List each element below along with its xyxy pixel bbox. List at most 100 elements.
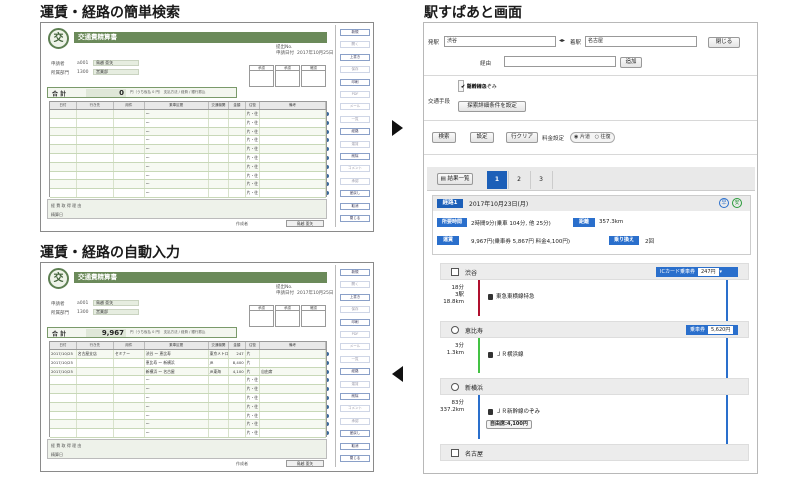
table-cell[interactable]	[50, 189, 77, 197]
table-cell[interactable]	[209, 393, 230, 402]
table-cell[interactable]	[260, 429, 326, 437]
table-cell[interactable]: 片・往	[246, 127, 261, 136]
table-cell[interactable]	[50, 411, 77, 420]
table-cell[interactable]	[77, 110, 114, 118]
table-cell[interactable]	[50, 385, 77, 393]
side-button[interactable]: 経路	[340, 128, 370, 136]
side-button[interactable]: コメント	[340, 405, 370, 413]
table-cell[interactable]	[114, 171, 145, 180]
tab-route-3[interactable]: 3	[531, 171, 551, 189]
table-cell[interactable]: 〜	[145, 189, 209, 197]
table-cell[interactable]	[229, 136, 246, 145]
side-button[interactable]: 開く	[340, 281, 370, 289]
table-cell[interactable]	[260, 145, 326, 153]
table-cell[interactable]	[209, 118, 230, 127]
station-row[interactable]: 新横浜	[440, 378, 749, 395]
table-cell[interactable]: 〜	[145, 420, 209, 429]
table-row[interactable]: 〜 片・往	[50, 385, 326, 394]
table-cell[interactable]	[229, 376, 246, 385]
swap-arrows-icon[interactable]: ◂▸	[559, 37, 565, 44]
table-cell[interactable]	[50, 429, 77, 437]
table-cell[interactable]: 恵比寿 〜 新横浜	[145, 358, 209, 367]
table-cell[interactable]	[229, 429, 246, 437]
table-cell[interactable]	[209, 189, 230, 197]
table-row[interactable]: 〜 片・往	[50, 145, 326, 154]
table-cell[interactable]	[50, 162, 77, 171]
table-cell[interactable]	[209, 162, 230, 171]
table-cell[interactable]	[50, 153, 77, 162]
table-cell[interactable]: 東京メトロ	[209, 350, 230, 358]
table-cell[interactable]: 2017/10/25	[50, 350, 77, 358]
table-cell[interactable]	[114, 367, 145, 376]
table-cell[interactable]: 片	[246, 367, 261, 376]
table-cell[interactable]	[50, 420, 77, 429]
settings-button[interactable]: 設定	[470, 132, 494, 143]
table-cell[interactable]: 〜	[145, 180, 209, 189]
table-cell[interactable]	[114, 189, 145, 197]
table-cell[interactable]	[209, 127, 230, 136]
table-row[interactable]: 〜 片・往	[50, 110, 326, 119]
table-cell[interactable]	[50, 180, 77, 189]
table-cell[interactable]	[209, 136, 230, 145]
side-button[interactable]: 取消	[340, 202, 370, 210]
field-value[interactable]: 鳥越 亜矢	[93, 60, 139, 66]
table-cell[interactable]: 4,100	[229, 367, 246, 376]
side-button[interactable]: 一覧	[340, 115, 370, 123]
field-value[interactable]: 営業部	[93, 309, 139, 315]
table-cell[interactable]	[209, 180, 230, 189]
table-cell[interactable]	[260, 393, 326, 402]
side-button[interactable]: 保存	[340, 306, 370, 314]
oneway-radio[interactable]: ◉ 片道	[574, 134, 590, 140]
table-cell[interactable]	[77, 189, 114, 197]
table-row[interactable]: 〜 片・往	[50, 127, 326, 137]
table-row[interactable]: 2017/10/25 名古屋支店 セミナー 渋谷 〜 恵比寿 東京メトロ 247 片	[50, 350, 326, 359]
table-cell[interactable]	[114, 118, 145, 127]
table-cell[interactable]	[50, 136, 77, 145]
transport-checkbox[interactable]: ✔ 路線バス	[461, 83, 487, 90]
table-row[interactable]: 〜 片・往	[50, 420, 326, 430]
search-button[interactable]: 検索	[432, 132, 456, 143]
table-cell[interactable]: 8,400	[229, 358, 246, 367]
table-cell[interactable]	[209, 429, 230, 437]
table-cell[interactable]	[114, 402, 145, 411]
table-cell[interactable]: 片・往	[246, 420, 261, 429]
side-button[interactable]: 承認	[340, 417, 370, 425]
checkbox-icon[interactable]	[451, 449, 459, 457]
table-cell[interactable]	[209, 420, 230, 429]
table-row[interactable]: 〜 片・往	[50, 393, 326, 403]
table-cell[interactable]	[209, 402, 230, 411]
side-button[interactable]: 経路	[340, 368, 370, 376]
side-button[interactable]: 削除	[340, 153, 370, 160]
table-cell[interactable]	[77, 153, 114, 162]
table-cell[interactable]	[260, 350, 326, 358]
table-cell[interactable]: 名古屋支店	[77, 350, 114, 358]
table-cell[interactable]: 片・往	[246, 171, 261, 180]
table-cell[interactable]	[77, 376, 114, 385]
table-cell[interactable]	[229, 402, 246, 411]
table-cell[interactable]	[77, 385, 114, 393]
side-button[interactable]: 保存	[340, 66, 370, 74]
table-cell[interactable]	[229, 118, 246, 127]
add-via-button[interactable]: 追加	[620, 57, 642, 68]
table-cell[interactable]: 片・往	[246, 118, 261, 127]
side-button[interactable]: コメント	[340, 165, 370, 173]
table-cell[interactable]	[260, 136, 326, 145]
table-cell[interactable]	[114, 145, 145, 153]
table-cell[interactable]: 片・往	[246, 162, 261, 171]
close-button[interactable]: 閉じる	[708, 37, 740, 48]
table-cell[interactable]	[77, 358, 114, 367]
table-cell[interactable]	[260, 376, 326, 385]
side-button[interactable]: 閉じる	[340, 455, 370, 462]
table-row[interactable]: 〜 片・往	[50, 411, 326, 421]
table-cell[interactable]	[209, 411, 230, 420]
table-cell[interactable]	[229, 153, 246, 162]
table-cell[interactable]: 〜	[145, 429, 209, 437]
table-cell[interactable]: 片・往	[246, 411, 261, 420]
station-row[interactable]: 渋谷 ICカード乗車券 247円 ▾	[440, 263, 749, 280]
side-button[interactable]: 新規	[340, 29, 370, 36]
table-cell[interactable]: 片	[246, 350, 261, 358]
table-cell[interactable]: 片・往	[246, 376, 261, 385]
side-button[interactable]: 一覧	[340, 355, 370, 363]
table-row[interactable]: 〜 片・往	[50, 429, 326, 438]
table-cell[interactable]	[77, 429, 114, 437]
